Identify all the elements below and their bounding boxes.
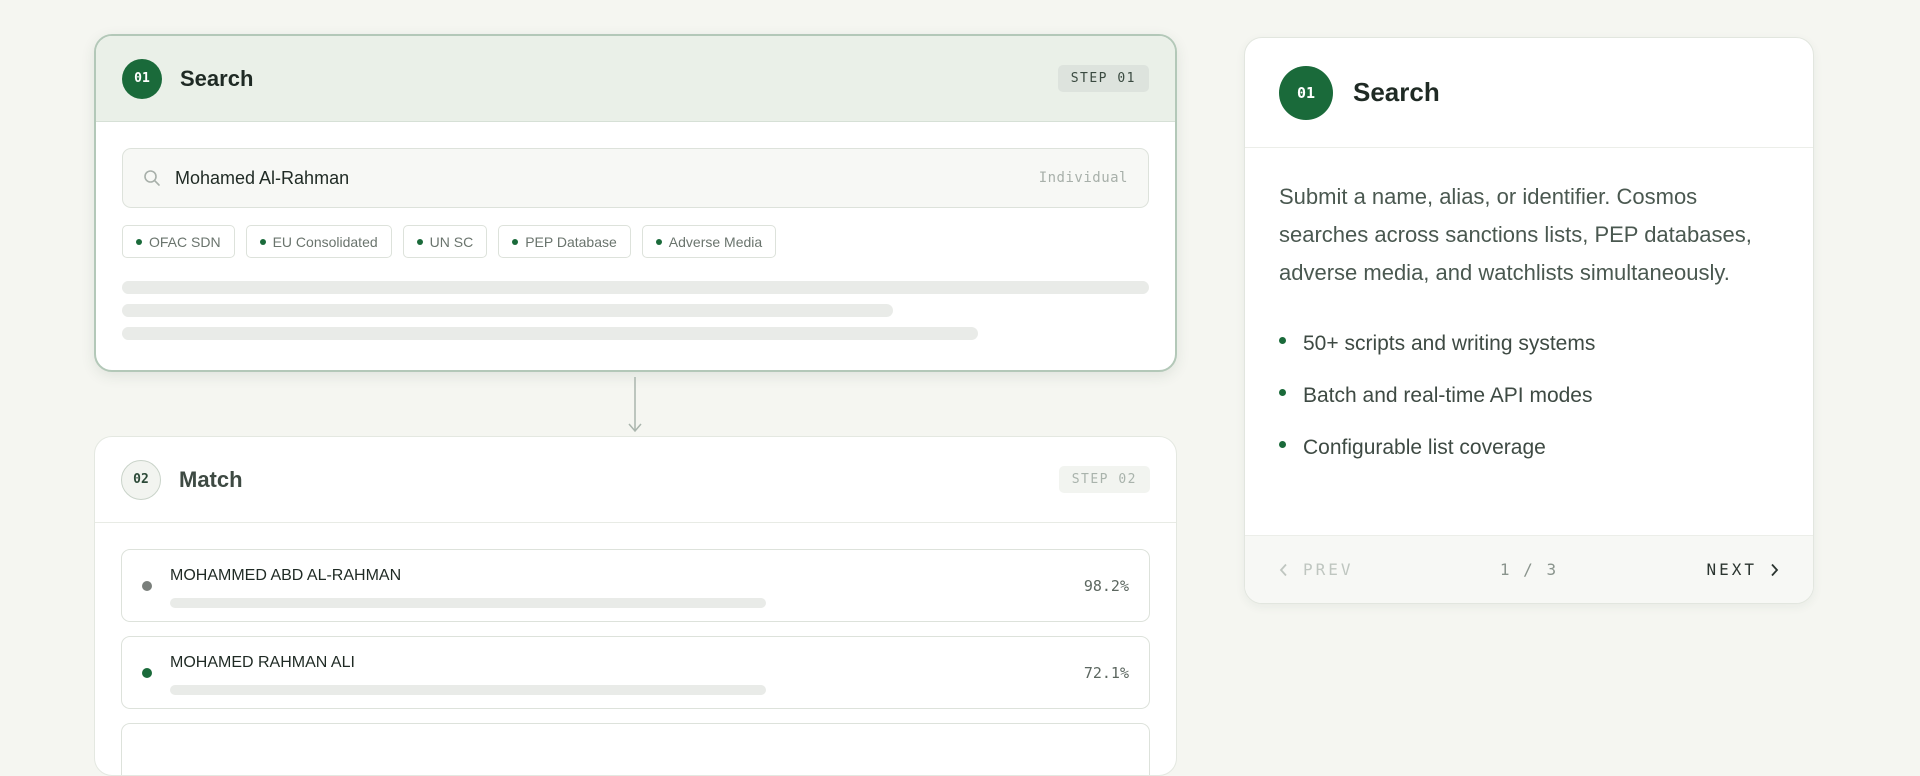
feature-list: 50+ scripts and writing systems Batch an… bbox=[1279, 318, 1779, 474]
bullet-icon bbox=[1279, 440, 1286, 448]
match-status-dot bbox=[142, 580, 152, 591]
feature-item: Batch and real-time API modes bbox=[1279, 370, 1779, 422]
feature-text: 50+ scripts and writing systems bbox=[1303, 332, 1596, 355]
step-detail-panel: 01 Search Submit a name, alias, or ident… bbox=[1244, 37, 1814, 604]
loading-skeleton-line bbox=[122, 281, 1149, 294]
feature-item: 50+ scripts and writing systems bbox=[1279, 318, 1779, 370]
feature-text: Configurable list coverage bbox=[1303, 436, 1546, 459]
chip-dot bbox=[416, 238, 423, 245]
match-status-dot bbox=[142, 667, 152, 678]
list-chip-eu[interactable]: EU Consolidated bbox=[245, 225, 392, 258]
match-score: 98.2% bbox=[1083, 576, 1129, 595]
step-card-header: 02 Match STEP 02 bbox=[95, 437, 1176, 523]
panel-footer: PREV 1 / 3 NEXT bbox=[1245, 535, 1813, 603]
list-chip-ofac[interactable]: OFAC SDN bbox=[122, 225, 235, 258]
search-input[interactable]: Mohamed Al-Rahman Individual bbox=[122, 148, 1149, 208]
step-tag: STEP 01 bbox=[1057, 65, 1149, 92]
search-value: Mohamed Al-Rahman bbox=[175, 167, 350, 188]
match-row[interactable] bbox=[121, 723, 1150, 775]
match-score: 72.1% bbox=[1083, 663, 1129, 682]
list-chip-un[interactable]: UN SC bbox=[402, 225, 488, 258]
step-number-badge: 02 bbox=[121, 459, 161, 500]
match-row[interactable]: MOHAMMED ABD AL-RAHMAN 98.2% bbox=[121, 549, 1150, 622]
prev-label: PREV bbox=[1303, 560, 1354, 579]
bullet-icon bbox=[1279, 388, 1286, 396]
step-card-search[interactable]: 01 Search STEP 01 Mohamed Al-Rahman Indi… bbox=[94, 34, 1177, 372]
list-chips: OFAC SDN EU Consolidated UN SC PEP Datab… bbox=[122, 225, 1149, 258]
bullet-icon bbox=[1279, 336, 1286, 344]
loading-skeleton-line bbox=[122, 327, 978, 340]
next-label: NEXT bbox=[1706, 560, 1757, 579]
prev-button[interactable]: PREV bbox=[1279, 560, 1354, 579]
panel-description: Submit a name, alias, or identifier. Cos… bbox=[1279, 184, 1752, 285]
panel-step-badge: 01 bbox=[1279, 65, 1333, 120]
step-number-badge: 01 bbox=[122, 58, 162, 99]
chip-label: UN SC bbox=[429, 233, 474, 250]
chip-label: PEP Database bbox=[525, 233, 617, 250]
chip-dot bbox=[136, 238, 142, 245]
feature-text: Batch and real-time API modes bbox=[1303, 384, 1593, 407]
step-card-header: 01 Search STEP 01 bbox=[96, 36, 1175, 122]
step-connector-arrow-icon bbox=[628, 377, 642, 433]
list-chip-adverse-media[interactable]: Adverse Media bbox=[641, 225, 777, 258]
step-title: Match bbox=[179, 466, 243, 492]
step-card-match[interactable]: 02 Match STEP 02 MOHAMMED ABD AL-RAHMAN … bbox=[94, 436, 1177, 776]
match-name: MOHAMMED ABD AL-RAHMAN bbox=[170, 567, 402, 584]
search-icon bbox=[144, 170, 160, 186]
chip-dot bbox=[512, 238, 519, 245]
chip-label: OFAC SDN bbox=[149, 233, 221, 250]
chip-label: Adverse Media bbox=[668, 233, 763, 250]
panel-title: Search bbox=[1353, 77, 1440, 107]
loading-skeleton-line bbox=[122, 304, 893, 317]
match-name: MOHAMED RAHMAN ALI bbox=[170, 654, 355, 671]
feature-item: Configurable list coverage bbox=[1279, 422, 1779, 474]
next-button[interactable]: NEXT bbox=[1706, 560, 1779, 579]
chip-label: EU Consolidated bbox=[272, 233, 378, 250]
chevron-left-icon bbox=[1279, 563, 1287, 576]
match-bar bbox=[170, 685, 766, 695]
step-title: Search bbox=[180, 65, 254, 91]
match-row[interactable]: MOHAMED RAHMAN ALI 72.1% bbox=[121, 636, 1150, 709]
entity-type-label: Individual bbox=[1038, 170, 1128, 186]
chip-dot bbox=[655, 238, 662, 245]
chevron-right-icon bbox=[1771, 563, 1779, 576]
list-chip-pep[interactable]: PEP Database bbox=[498, 225, 631, 258]
panel-header: 01 Search bbox=[1245, 38, 1813, 148]
chip-dot bbox=[259, 238, 266, 245]
step-tag: STEP 02 bbox=[1058, 466, 1150, 493]
match-bar bbox=[170, 598, 766, 608]
